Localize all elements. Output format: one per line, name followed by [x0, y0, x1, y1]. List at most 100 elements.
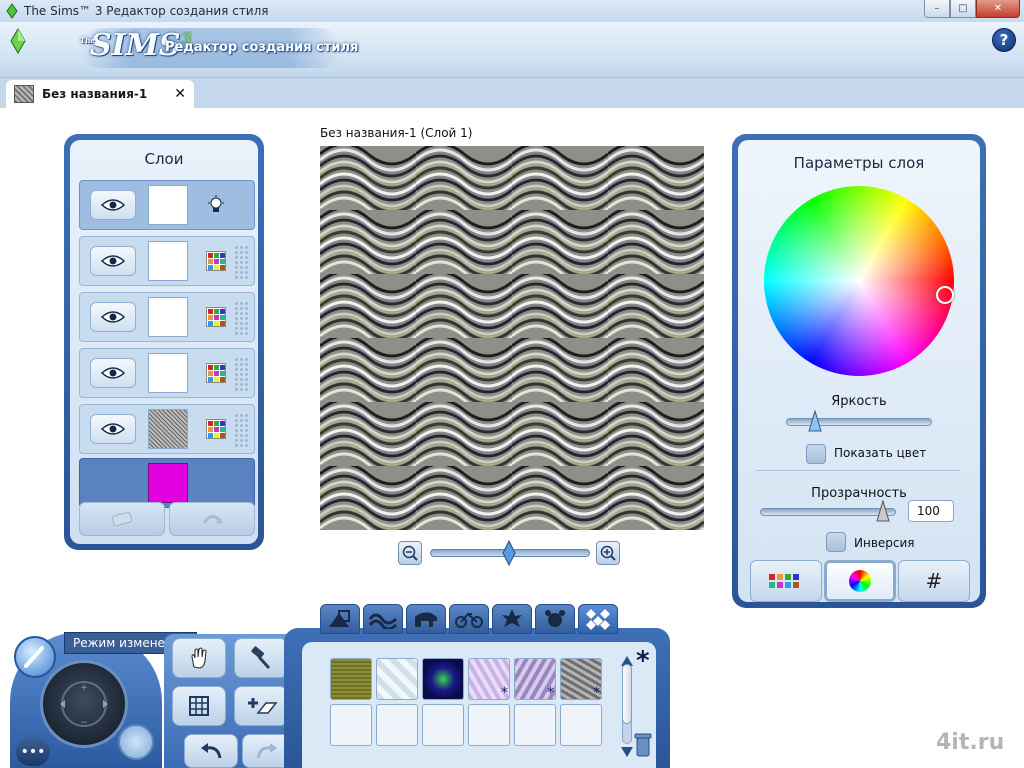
- vehicles-icon: [455, 612, 483, 628]
- layer-row[interactable]: [79, 404, 255, 454]
- layer-thumbnail[interactable]: [148, 185, 188, 225]
- pattern-tab-vehicles[interactable]: [449, 604, 489, 634]
- pattern-tab-fabric[interactable]: [363, 604, 403, 634]
- layer-color-palette-icon[interactable]: [206, 307, 226, 327]
- visibility-toggle[interactable]: [90, 358, 136, 388]
- visibility-toggle[interactable]: [90, 246, 136, 276]
- close-tab-icon[interactable]: ✕: [174, 86, 186, 102]
- empty-pattern-slot[interactable]: [560, 704, 602, 746]
- pattern-tab-toys[interactable]: [535, 604, 575, 634]
- color-wheel-tab-icon: [849, 570, 871, 592]
- empty-pattern-slot[interactable]: [422, 704, 464, 746]
- background-layer-row[interactable]: [79, 458, 255, 508]
- diamonds-icon: [586, 609, 610, 630]
- erase-layer-button[interactable]: [79, 502, 165, 536]
- color-wheel-handle[interactable]: [936, 286, 954, 304]
- show-color-label: Показать цвет: [834, 446, 927, 460]
- close-button[interactable]: ✕: [976, 0, 1020, 18]
- minimize-button[interactable]: –: [924, 0, 950, 18]
- pattern-swatch[interactable]: *: [468, 658, 510, 701]
- pattern-swatch[interactable]: [422, 658, 464, 700]
- camera-button[interactable]: [118, 724, 154, 760]
- drag-handle[interactable]: [234, 245, 248, 279]
- hex-code-tab[interactable]: #: [898, 560, 970, 602]
- show-color-checkbox[interactable]: [806, 444, 826, 464]
- empty-pattern-slot[interactable]: [514, 704, 556, 746]
- plumbob-icon[interactable]: [10, 28, 26, 54]
- layer-thumbnail[interactable]: [148, 353, 188, 393]
- eraser-icon: [111, 511, 133, 527]
- color-wheel-tab[interactable]: [824, 560, 896, 602]
- empty-pattern-slot[interactable]: [330, 704, 372, 746]
- pattern-tab-shapes[interactable]: [320, 604, 360, 634]
- drag-handle[interactable]: [234, 413, 248, 447]
- sims-plumbob-icon: [6, 3, 18, 19]
- layer-params-panel: Параметры слоя Яркость Показать цвет Про…: [732, 134, 986, 608]
- zoom-out-button[interactable]: [398, 541, 422, 565]
- invert-checkbox[interactable]: [826, 532, 846, 552]
- pattern-category-tabs: [320, 604, 618, 634]
- pattern-tab-leaf[interactable]: [492, 604, 532, 634]
- hammer-tool-button[interactable]: [234, 638, 288, 678]
- hammer-icon: [251, 646, 271, 670]
- layer-row[interactable]: [79, 180, 255, 230]
- layer-thumbnail[interactable]: [148, 463, 188, 503]
- grid-tool-button[interactable]: [172, 686, 226, 726]
- layer-color-palette-icon[interactable]: [206, 251, 226, 271]
- pattern-swatch[interactable]: *: [560, 658, 602, 701]
- layer-row[interactable]: [79, 292, 255, 342]
- pattern-tab-animals[interactable]: [406, 604, 446, 634]
- trash-icon[interactable]: [634, 732, 652, 758]
- layer-thumbnail[interactable]: [148, 409, 188, 449]
- undo-button[interactable]: [184, 734, 238, 768]
- pattern-swatch[interactable]: *: [514, 658, 556, 701]
- svg-text:+: +: [80, 683, 88, 693]
- pattern-swatch[interactable]: [330, 658, 372, 700]
- document-tab[interactable]: Без названия-1 ✕: [6, 80, 194, 108]
- visibility-toggle[interactable]: [90, 302, 136, 332]
- pattern-scrollbar[interactable]: [620, 652, 634, 758]
- zoom-slider-thumb[interactable]: [502, 540, 516, 566]
- color-wheel[interactable]: [764, 186, 954, 376]
- layer-row[interactable]: [79, 348, 255, 398]
- brightness-label: Яркость: [831, 394, 887, 409]
- empty-pattern-slot[interactable]: [376, 704, 418, 746]
- edit-mode-button[interactable]: [14, 636, 56, 678]
- custom-patterns-icon[interactable]: *: [636, 646, 650, 676]
- brightness-slider-thumb[interactable]: [808, 410, 822, 432]
- scroll-down-icon[interactable]: [620, 746, 634, 758]
- reset-layer-button[interactable]: [169, 502, 255, 536]
- pattern-swatch[interactable]: [376, 658, 418, 700]
- layer-color-palette-icon[interactable]: [206, 363, 226, 383]
- drag-handle[interactable]: [234, 357, 248, 391]
- lightbulb-icon[interactable]: [206, 195, 226, 215]
- visibility-toggle[interactable]: [90, 190, 136, 220]
- tool-palette: [164, 634, 296, 768]
- empty-pattern-slot[interactable]: [468, 704, 510, 746]
- layer-color-palette-icon[interactable]: [206, 419, 226, 439]
- opacity-slider-thumb[interactable]: [876, 500, 890, 522]
- pen-icon: [24, 646, 44, 668]
- app-header: The SIMS3 Редактор создания стиля ?: [0, 22, 1024, 78]
- layer-thumbnail[interactable]: [148, 297, 188, 337]
- invert-label: Инверсия: [854, 536, 915, 550]
- visibility-toggle[interactable]: [90, 414, 136, 444]
- pattern-canvas[interactable]: [320, 146, 704, 530]
- more-options-button[interactable]: •••: [16, 738, 50, 766]
- reset-arrow-icon: [202, 515, 223, 524]
- eye-icon: [101, 199, 125, 211]
- palette-tab[interactable]: [750, 560, 822, 602]
- add-layer-button[interactable]: [234, 686, 288, 726]
- scrollbar-thumb[interactable]: [622, 664, 632, 724]
- opacity-value-field[interactable]: 100: [908, 500, 954, 522]
- help-button[interactable]: ?: [992, 28, 1016, 52]
- maximize-button[interactable]: □: [950, 0, 976, 18]
- drag-handle[interactable]: [234, 301, 248, 335]
- site-watermark: 4it.ru: [936, 730, 1005, 755]
- layer-thumbnail[interactable]: [148, 241, 188, 281]
- eye-icon: [101, 423, 125, 435]
- pattern-tab-diamonds[interactable]: [578, 604, 618, 634]
- hand-tool-button[interactable]: [172, 638, 226, 678]
- layer-row[interactable]: [79, 236, 255, 286]
- zoom-in-button[interactable]: [596, 541, 620, 565]
